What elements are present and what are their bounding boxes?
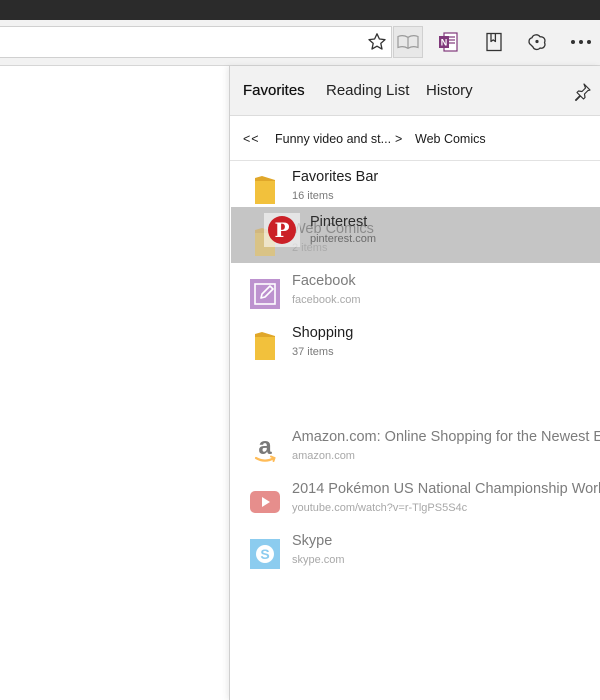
pin-icon[interactable] bbox=[572, 82, 592, 102]
list-item-amazon[interactable]: a Amazon.com: Online Shopping for the Ne… bbox=[230, 424, 600, 476]
pinterest-icon: P bbox=[264, 213, 300, 247]
browser-toolbar: N bbox=[0, 20, 600, 66]
tab-favorites[interactable]: Favorites bbox=[243, 82, 305, 99]
item-title: Favorites Bar bbox=[292, 169, 379, 185]
item-title: 2014 Pokémon US National Championship Wo… bbox=[292, 481, 600, 497]
hub-tabs: Favorites Reading List History bbox=[230, 66, 600, 116]
item-subtitle: 37 items bbox=[292, 346, 334, 358]
list-item-facebook[interactable]: Facebook facebook.com bbox=[230, 268, 600, 320]
item-subtitle: 16 items bbox=[292, 190, 334, 202]
item-title: Pinterest bbox=[310, 214, 368, 230]
item-title: Skype bbox=[292, 533, 333, 549]
item-subtitle: skype.com bbox=[292, 554, 345, 566]
share-icon[interactable] bbox=[522, 27, 552, 57]
breadcrumb-separator: > bbox=[395, 132, 403, 146]
item-title: Amazon.com: Online Shopping for the Newe… bbox=[292, 429, 600, 445]
item-subtitle: youtube.com/watch?v=r-TlgPS5S4c bbox=[292, 502, 468, 514]
star-icon[interactable] bbox=[362, 27, 392, 57]
item-title: Facebook bbox=[292, 273, 356, 289]
breadcrumb-current: Web Comics bbox=[415, 132, 486, 146]
item-subtitle: amazon.com bbox=[292, 450, 355, 462]
item-title: Shopping bbox=[292, 325, 354, 341]
page-content bbox=[0, 66, 230, 700]
item-subtitle: pinterest.com bbox=[310, 233, 377, 245]
breadcrumb-parent[interactable]: Funny video and st... bbox=[275, 132, 391, 146]
tab-history[interactable]: History bbox=[426, 82, 473, 99]
svg-text:P: P bbox=[274, 218, 289, 242]
facebook-edit-icon bbox=[249, 276, 281, 312]
reading-view-icon[interactable] bbox=[393, 26, 423, 58]
hub-icon[interactable] bbox=[479, 27, 509, 57]
youtube-icon bbox=[249, 484, 281, 520]
window-titlebar bbox=[0, 0, 600, 20]
address-bar[interactable] bbox=[0, 26, 392, 58]
list-item-skype[interactable]: S Skype skype.com bbox=[230, 528, 600, 580]
svg-text:S: S bbox=[260, 546, 269, 562]
onenote-icon[interactable]: N bbox=[433, 27, 463, 57]
folder-icon bbox=[249, 328, 281, 364]
more-icon[interactable] bbox=[566, 27, 596, 57]
folder-icon bbox=[249, 172, 281, 208]
tab-reading-list[interactable]: Reading List bbox=[326, 82, 409, 99]
skype-icon: S bbox=[249, 536, 281, 572]
svg-text:N: N bbox=[441, 38, 448, 48]
amazon-icon: a bbox=[249, 432, 281, 468]
item-subtitle: facebook.com bbox=[292, 294, 361, 306]
hub-panel: Favorites Reading List History << Funny … bbox=[229, 66, 600, 700]
dragged-favorite[interactable]: P Pinterest pinterest.com bbox=[264, 211, 394, 253]
breadcrumb-back[interactable]: << bbox=[243, 132, 260, 146]
list-item-youtube[interactable]: 2014 Pokémon US National Championship Wo… bbox=[230, 476, 600, 528]
list-item-shopping[interactable]: Shopping 37 items bbox=[230, 320, 600, 372]
breadcrumb: << Funny video and st... > Web Comics bbox=[230, 116, 600, 161]
